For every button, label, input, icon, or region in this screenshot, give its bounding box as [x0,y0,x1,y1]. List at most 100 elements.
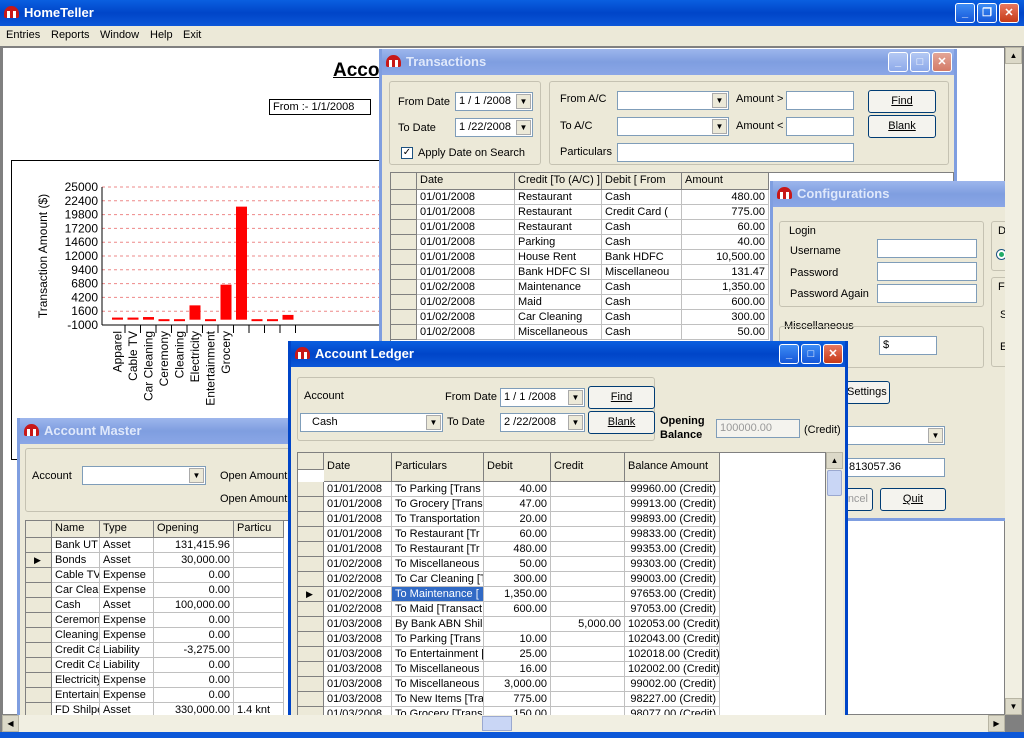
close-button[interactable]: ✕ [999,3,1019,23]
minimize-button[interactable]: _ [955,3,975,23]
row-selector[interactable] [298,557,324,572]
ledger-blank-button[interactable]: Blank [588,411,655,434]
amount-lt-input[interactable] [786,117,854,136]
column-header[interactable]: Credit [551,453,625,482]
menu-help[interactable]: Help [150,29,173,41]
row-selector[interactable] [391,280,417,295]
table-row[interactable]: 01/01/2008 To Transportation 20.00 99893.00… [298,512,825,527]
scroll-left-icon[interactable]: ◀ [2,715,19,732]
column-header[interactable]: Debit [484,453,551,482]
ledger-close-button[interactable]: ✕ [823,344,843,364]
column-header[interactable]: Name [52,521,100,538]
table-row[interactable]: 01/01/2008 To Grocery [Trans 47.00 99913.00… [298,497,825,512]
currency-input[interactable]: $ [879,336,937,355]
table-row[interactable]: 01/03/2008 To New Items [Tra 775.00 98227.0… [298,692,825,707]
row-selector[interactable] [298,572,324,587]
row-selector[interactable] [298,512,324,527]
column-header[interactable]: Debit [ From [602,173,682,190]
restore-button[interactable]: ❐ [977,3,997,23]
settings-button[interactable]: Settings [846,381,890,404]
scroll-up-icon[interactable]: ▲ [826,452,843,469]
amount-gt-input[interactable] [786,91,854,110]
column-header[interactable]: Credit [To (A/C) ] [515,173,602,190]
scroll-down-icon[interactable]: ▼ [1005,698,1022,715]
ledger-from-date[interactable]: 1 / 1 /2008 ▼ [500,388,585,407]
column-header[interactable]: Particulars [392,453,484,482]
row-selector[interactable] [391,295,417,310]
password-input[interactable] [877,262,977,281]
column-header[interactable]: Particu [234,521,284,538]
table-row[interactable]: 01/02/2008 To Car Cleaning [T 300.00 99003.… [298,572,825,587]
ledger-maximize-button[interactable]: □ [801,344,821,364]
row-selector[interactable] [391,250,417,265]
am-account-select[interactable]: ▼ [82,466,206,485]
row-selector[interactable]: ▶ [26,553,52,568]
column-header[interactable]: Type [100,521,154,538]
table-row[interactable]: Credit Ca Liability 0.00 [26,658,309,673]
trans-blank-button[interactable]: Blank [868,115,936,138]
row-selector[interactable] [26,643,52,658]
row-selector[interactable] [298,482,324,497]
column-header[interactable]: Opening [154,521,234,538]
row-selector[interactable] [298,617,324,632]
table-row[interactable]: 01/01/2008 To Restaurant [Tr 480.00 99353.0… [298,542,825,557]
row-selector[interactable] [391,190,417,205]
row-selector[interactable] [298,632,324,647]
row-selector[interactable] [298,527,324,542]
table-row[interactable]: ▶ 01/02/2008 To Maintenance [1,350.00 97653… [298,587,825,602]
table-row[interactable]: Bank UT Asset 131,415.96 [26,538,309,553]
row-selector[interactable] [298,662,324,677]
main-vscroll[interactable]: ▲ ▼ [1005,47,1022,715]
row-selector[interactable] [391,220,417,235]
ledger-grid[interactable]: Date Particulars Debit Credit Balance Amount… [297,452,826,718]
table-row[interactable]: Entertain Expense 0.00 [26,688,309,703]
from-ac-select[interactable]: ▼ [617,91,729,110]
table-row[interactable]: 01/02/2008 To Maid [Transact 600.00 97053.0… [298,602,825,617]
table-row[interactable]: 01/01/2008 To Restaurant [Tr 60.00 99833.00… [298,527,825,542]
ledger-find-button[interactable]: Find [588,386,655,409]
table-row[interactable]: Cash Asset 100,000.00 [26,598,309,613]
table-row[interactable]: 01/03/2008 To Miscellaneous 3,000.00 99002.… [298,677,825,692]
ledger-account-select[interactable]: Cash ▼ [300,413,443,432]
row-selector[interactable] [26,598,52,613]
table-row[interactable]: Cable TV Expense 0.00 [26,568,309,583]
column-header[interactable]: Date [417,173,515,190]
main-hscroll[interactable]: ◀ ▶ [2,715,1005,732]
row-selector[interactable] [391,235,417,250]
menu-reports[interactable]: Reports [51,29,90,41]
trans-find-button[interactable]: Find [868,90,936,113]
table-row[interactable]: Cleaning Expense 0.00 [26,628,309,643]
table-row[interactable]: 01/03/2008 To Miscellaneous 16.00 102002.00… [298,662,825,677]
table-row[interactable]: Electricity Expense 0.00 [26,673,309,688]
ledger-scrollbar[interactable]: ▲ [826,452,843,718]
trans-minimize-button[interactable]: _ [888,52,908,72]
quit-button[interactable]: Quit [880,488,946,511]
row-selector[interactable] [26,688,52,703]
to-ac-select[interactable]: ▼ [617,117,729,136]
ledger-minimize-button[interactable]: _ [779,344,799,364]
account-master-grid[interactable]: Name Type Opening Particu Bank UT Asset 131,41… [25,520,310,715]
table-row[interactable]: Credit Ca Liability -3,275.00 [26,643,309,658]
ledger-to-date[interactable]: 2 /22/2008 ▼ [500,413,585,432]
hscroll-thumb[interactable] [482,716,512,731]
row-selector[interactable] [26,538,52,553]
table-row[interactable]: Car Clear Expense 0.00 [26,583,309,598]
trans-close-button[interactable]: ✕ [932,52,952,72]
column-header[interactable]: Date [324,453,392,482]
particulars-input[interactable] [617,143,854,162]
row-selector[interactable] [26,583,52,598]
row-selector[interactable] [391,205,417,220]
table-row[interactable]: 01/03/2008 To Parking [Trans 10.00 102043.0… [298,632,825,647]
row-selector[interactable] [298,542,324,557]
row-selector[interactable] [298,497,324,512]
row-selector[interactable] [298,602,324,617]
scroll-thumb[interactable] [827,470,842,496]
row-selector[interactable] [391,310,417,325]
scroll-up-icon[interactable]: ▲ [1005,47,1022,64]
row-selector[interactable] [26,673,52,688]
trans-maximize-button[interactable]: □ [910,52,930,72]
apply-date-checkbox[interactable]: ✓ [401,147,413,159]
table-row[interactable]: 01/02/2008 To Miscellaneous 50.00 99303.00 … [298,557,825,572]
table-row[interactable]: ▶ Bonds Asset 30,000.00 [26,553,309,568]
table-row[interactable]: 01/01/2008 To Parking [Trans 40.00 99960.00… [298,482,825,497]
